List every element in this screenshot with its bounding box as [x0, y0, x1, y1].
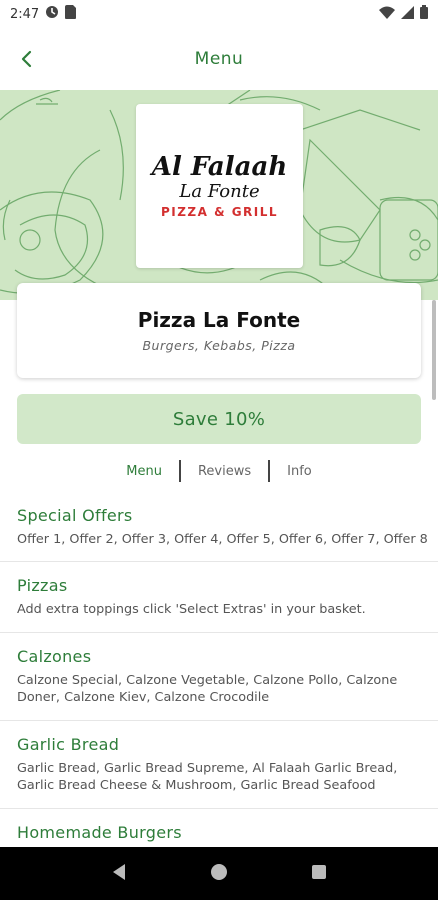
status-bar: 2:47	[0, 0, 438, 28]
wifi-icon	[379, 6, 395, 23]
save-offer-button[interactable]: Save 10%	[17, 394, 421, 444]
logo-tagline: PIZZA & GRILL	[160, 205, 279, 219]
back-button[interactable]	[10, 42, 44, 76]
restaurant-info-card: Pizza La Fonte Burgers, Kebabs, Pizza	[17, 283, 421, 378]
category-description: Garlic Bread, Garlic Bread Supreme, Al F…	[17, 761, 398, 793]
menu-category[interactable]: Pizzas Add extra toppings click 'Select …	[0, 562, 438, 633]
category-description: Add extra toppings click 'Select Extras'…	[17, 602, 366, 617]
signal-icon	[401, 5, 414, 23]
menu-category[interactable]: Homemade Burgers	[0, 809, 438, 849]
restaurant-cuisines: Burgers, Kebabs, Pizza	[142, 338, 296, 353]
status-time: 2:47	[10, 6, 40, 22]
menu-category[interactable]: Calzones Calzone Special, Calzone Vegeta…	[0, 633, 438, 721]
tab-info[interactable]: Info	[270, 464, 329, 479]
section-tabs: Menu Reviews Info	[0, 458, 438, 484]
menu-category[interactable]: Special Offers Offer 1, Offer 2, Offer 3…	[0, 500, 438, 562]
category-description: Offer 1, Offer 2, Offer 3, Offer 4, Offe…	[17, 532, 428, 547]
battery-icon	[420, 5, 428, 23]
category-description: Calzone Special, Calzone Vegetable, Calz…	[17, 673, 398, 705]
category-title: Pizzas	[17, 576, 68, 595]
nav-back-icon[interactable]	[111, 863, 127, 885]
logo-title: Al Falaah	[151, 152, 288, 182]
logo-subtitle: La Fonte	[179, 181, 260, 202]
restaurant-name: Pizza La Fonte	[137, 308, 301, 332]
chevron-left-icon	[21, 50, 32, 68]
menu-category-list: Special Offers Offer 1, Offer 2, Offer 3…	[0, 500, 438, 849]
category-title: Special Offers	[17, 506, 133, 525]
tab-reviews[interactable]: Reviews	[181, 464, 268, 479]
tab-menu[interactable]: Menu	[109, 464, 179, 479]
category-title: Homemade Burgers	[17, 823, 182, 842]
menu-category[interactable]: Garlic Bread Garlic Bread, Garlic Bread …	[0, 721, 438, 809]
data-saver-icon	[45, 5, 59, 23]
nav-recents-icon[interactable]	[311, 864, 327, 884]
sim-card-icon	[65, 5, 77, 23]
system-navigation-bar	[0, 847, 438, 900]
scrollbar[interactable]	[432, 300, 436, 400]
nav-home-icon[interactable]	[210, 863, 228, 885]
category-title: Garlic Bread	[17, 735, 120, 754]
app-bar: Menu	[0, 28, 438, 90]
page-title: Menu	[194, 49, 244, 69]
category-title: Calzones	[17, 647, 92, 666]
restaurant-logo: Al Falaah La Fonte PIZZA & GRILL	[136, 104, 303, 268]
